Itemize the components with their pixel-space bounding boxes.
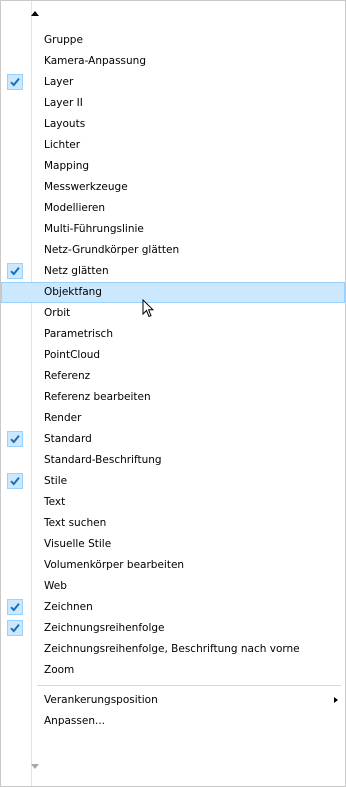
- menu-item-label: Layouts: [44, 118, 86, 130]
- menu-item-objektfang[interactable]: Objektfang: [1, 282, 345, 303]
- menu-item-text[interactable]: Text: [1, 492, 345, 513]
- menu-item-label: Web: [44, 580, 67, 592]
- menu-item-orbit[interactable]: Orbit: [1, 303, 345, 324]
- menu-item-label: Standard: [44, 433, 92, 445]
- menu-item-label: PointCloud: [44, 349, 101, 361]
- menu-item-layouts[interactable]: Layouts: [1, 114, 345, 135]
- menu-item-label: Referenz bearbeiten: [44, 391, 151, 403]
- mouse-pointer-icon: [142, 299, 154, 318]
- menu-item-lichter[interactable]: Lichter: [1, 135, 345, 156]
- menu-item-zeichnungsreihenfolge-beschriftung-nach-vorne[interactable]: Zeichnungsreihenfolge, Beschriftung nach…: [1, 639, 345, 660]
- menu-item-label: Zeichnungsreihenfolge: [44, 622, 165, 634]
- menu-item-label: Kamera-Anpassung: [44, 55, 146, 67]
- menu-item-messwerkzeuge[interactable]: Messwerkzeuge: [1, 177, 345, 198]
- menu-item-label: Multi-Führungslinie: [44, 223, 144, 235]
- menu-item-visuelle-stile[interactable]: Visuelle Stile: [1, 534, 345, 555]
- menu-item-label: Text: [44, 496, 66, 508]
- scroll-up-arrow-icon[interactable]: [31, 11, 39, 16]
- menu-item-label: Layer: [44, 76, 74, 88]
- checkmark-icon: [7, 74, 23, 90]
- menu-item-label: Messwerkzeuge: [44, 181, 128, 193]
- menu-item-label: Zeichnen: [44, 601, 93, 613]
- menu-item-text-suchen[interactable]: Text suchen: [1, 513, 345, 534]
- menu-item-zeichnungsreihenfolge[interactable]: Zeichnungsreihenfolge: [1, 618, 345, 639]
- menu-item-label: Standard-Beschriftung: [44, 454, 162, 466]
- toolbar-context-menu: Gruppe Kamera-Anpassung Layer Layer II Layou…: [0, 0, 346, 787]
- menu-item-label: Verankerungsposition: [44, 694, 158, 706]
- menu-item-netz-grundkörper-glätten[interactable]: Netz-Grundkörper glätten: [1, 240, 345, 261]
- checkmark-icon: [7, 431, 23, 447]
- menu-item-layer[interactable]: Layer: [1, 72, 345, 93]
- checkmark-icon: [7, 473, 23, 489]
- menu-item-label: Gruppe: [44, 34, 83, 46]
- menu-item-parametrisch[interactable]: Parametrisch: [1, 324, 345, 345]
- menu-item-zoom[interactable]: Zoom: [1, 660, 345, 681]
- menu-item-netz-glätten[interactable]: Netz glätten: [1, 261, 345, 282]
- menu-item-label: Parametrisch: [44, 328, 113, 340]
- menu-item-layer-ii[interactable]: Layer II: [1, 93, 345, 114]
- menu-item-label: Referenz: [44, 370, 91, 382]
- menu-item-referenz-bearbeiten[interactable]: Referenz bearbeiten: [1, 387, 345, 408]
- menu-item-anpassen[interactable]: Anpassen...: [1, 711, 345, 732]
- menu-item-label: Visuelle Stile: [44, 538, 112, 550]
- menu-item-label: Layer II: [44, 97, 83, 109]
- menu-separator: [1, 681, 345, 690]
- menu-item-label: Lichter: [44, 139, 81, 151]
- menu-item-render[interactable]: Render: [1, 408, 345, 429]
- menu-item-label: Zeichnungsreihenfolge, Beschriftung nach…: [44, 643, 300, 655]
- submenu-arrow-icon: [334, 697, 338, 703]
- menu-item-verankerungsposition[interactable]: Verankerungsposition: [1, 690, 345, 711]
- menu-item-mapping[interactable]: Mapping: [1, 156, 345, 177]
- menu-item-multi-führungslinie[interactable]: Multi-Führungslinie: [1, 219, 345, 240]
- menu-item-label: Netz glätten: [44, 265, 109, 277]
- checkmark-icon: [7, 599, 23, 615]
- menu-item-label: Orbit: [44, 307, 71, 319]
- menu-item-web[interactable]: Web: [1, 576, 345, 597]
- menu-item-volumenkörper-bearbeiten[interactable]: Volumenkörper bearbeiten: [1, 555, 345, 576]
- menu-item-standard[interactable]: Standard: [1, 429, 345, 450]
- menu-item-label: Render: [44, 412, 82, 424]
- menu-item-list: Gruppe Kamera-Anpassung Layer Layer II Layou…: [1, 30, 345, 732]
- menu-item-label: Volumenkörper bearbeiten: [44, 559, 185, 571]
- checkmark-icon: [7, 263, 23, 279]
- menu-item-label: Netz-Grundkörper glätten: [44, 244, 180, 256]
- menu-item-label: Zoom: [44, 664, 75, 676]
- menu-item-gruppe[interactable]: Gruppe: [1, 30, 345, 51]
- menu-item-zeichnen[interactable]: Zeichnen: [1, 597, 345, 618]
- menu-item-label: Stile: [44, 475, 68, 487]
- menu-item-kamera-anpassung[interactable]: Kamera-Anpassung: [1, 51, 345, 72]
- menu-item-standard-beschriftung[interactable]: Standard-Beschriftung: [1, 450, 345, 471]
- menu-item-pointcloud[interactable]: PointCloud: [1, 345, 345, 366]
- scroll-down-arrow-icon[interactable]: [31, 764, 39, 769]
- menu-item-label: Mapping: [44, 160, 90, 172]
- menu-item-stile[interactable]: Stile: [1, 471, 345, 492]
- menu-item-referenz[interactable]: Referenz: [1, 366, 345, 387]
- menu-item-label: Modellieren: [44, 202, 106, 214]
- menu-item-label: Objektfang: [44, 286, 102, 298]
- menu-item-label: Text suchen: [44, 517, 107, 529]
- menu-item-modellieren[interactable]: Modellieren: [1, 198, 345, 219]
- checkmark-icon: [7, 620, 23, 636]
- menu-item-label: Anpassen...: [44, 715, 106, 727]
